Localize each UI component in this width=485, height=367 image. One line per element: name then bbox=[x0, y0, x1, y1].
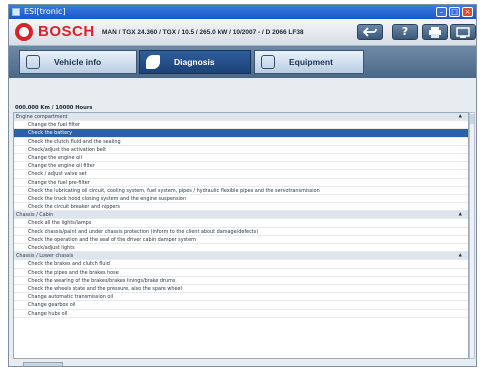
bosch-logo-icon bbox=[15, 23, 33, 41]
maintenance-list: Engine compartment ▲ Change the fuel filt… bbox=[13, 112, 469, 359]
tab-diagnosis[interactable]: Diagnosis bbox=[139, 50, 251, 74]
list-item[interactable]: Check / adjust valve set bbox=[14, 170, 468, 179]
list-item[interactable]: Check the pipes and the brakes hose bbox=[14, 269, 468, 277]
app-window: ESI[tronic] – □ × BOSCH MAN / TGX 24.360… bbox=[8, 4, 477, 367]
list-item[interactable]: Check/adjust the activation belt bbox=[14, 146, 468, 154]
list-item[interactable]: Check chassis/paint and under chassis pr… bbox=[14, 228, 468, 236]
diagnosis-panel: 000.000 Km / 10000 Hours Engine compartm… bbox=[9, 78, 476, 366]
list-item[interactable]: Check all the lights/lamps bbox=[14, 219, 468, 228]
category-label: Chassis / Lower chassis bbox=[16, 253, 74, 260]
list-item-selected[interactable]: Check the battery bbox=[14, 129, 468, 138]
list-item[interactable]: Check the brakes and clutch fluid bbox=[14, 260, 468, 269]
list-item[interactable]: Check the clutch fluid and the sealing bbox=[14, 138, 468, 146]
oil-can-icon bbox=[146, 55, 160, 69]
help-button[interactable]: ? bbox=[392, 24, 418, 40]
collapse-caret-icon[interactable]: ▲ bbox=[459, 211, 462, 218]
tab-label: Vehicle info bbox=[54, 57, 102, 67]
list-item[interactable]: Check the lubricating oil circuit, cooli… bbox=[14, 187, 468, 195]
category-chassis-lower[interactable]: Chassis / Lower chassis ▲ bbox=[14, 252, 468, 261]
printer-icon bbox=[429, 27, 441, 38]
list-item[interactable]: Check the operation and the seal of the … bbox=[14, 236, 468, 244]
list-item[interactable]: Check the wearing of the brakes/brakes l… bbox=[14, 277, 468, 285]
list-item[interactable]: Change the engine oil bbox=[14, 154, 468, 163]
tab-vehicle-info[interactable]: Vehicle info bbox=[19, 50, 137, 74]
list-scrollbar[interactable] bbox=[469, 112, 475, 359]
category-chassis-cabin[interactable]: Chassis / Cabin ▲ bbox=[14, 211, 468, 220]
settings-button[interactable] bbox=[450, 24, 476, 40]
minimize-button[interactable]: – bbox=[436, 7, 447, 17]
list-item[interactable]: Check the wheels state and the pressure,… bbox=[14, 285, 468, 294]
category-engine-compartment[interactable]: Engine compartment ▲ bbox=[14, 113, 468, 122]
app-header: BOSCH MAN / TGX 24.360 / TGX / 10.5 / 26… bbox=[9, 19, 476, 46]
list-item[interactable]: Change the engine oil filter bbox=[14, 162, 468, 171]
window-title: ESI[tronic] bbox=[24, 7, 66, 16]
list-item[interactable]: Change gearbox oil bbox=[14, 301, 468, 310]
list-item[interactable]: Change hubs oil bbox=[14, 310, 468, 318]
list-item[interactable]: Check/adjust lights bbox=[14, 244, 468, 253]
list-item[interactable]: Check the truck hood closing system and … bbox=[14, 195, 468, 204]
app-icon bbox=[12, 8, 20, 16]
brand-name: BOSCH bbox=[38, 23, 95, 40]
maximize-button[interactable]: □ bbox=[449, 7, 460, 17]
tab-label: Diagnosis bbox=[174, 57, 215, 67]
list-item[interactable]: Change the fuel filter bbox=[14, 121, 468, 130]
list-item[interactable]: Change the fuel pre-filter bbox=[14, 179, 468, 187]
print-button[interactable] bbox=[422, 24, 448, 40]
tab-equipment[interactable]: Equipment bbox=[254, 50, 364, 74]
tab-label: Equipment bbox=[289, 57, 333, 67]
scrollbar-thumb[interactable] bbox=[470, 114, 474, 124]
service-interval: 000.000 Km / 10000 Hours bbox=[15, 105, 93, 111]
vehicle-description: MAN / TGX 24.360 / TGX / 10.5 / 265.0 kW… bbox=[102, 29, 304, 36]
category-label: Chassis / Cabin bbox=[16, 212, 54, 219]
title-bar: ESI[tronic] – □ × bbox=[9, 5, 476, 19]
truck-icon bbox=[26, 55, 40, 69]
back-arrow-icon bbox=[362, 27, 377, 37]
list-item[interactable]: Check the circuit breaker and nippers bbox=[14, 203, 468, 212]
back-button[interactable] bbox=[357, 24, 383, 40]
collapse-caret-icon[interactable]: ▲ bbox=[459, 113, 462, 120]
monitor-icon bbox=[456, 27, 470, 38]
category-label: Engine compartment bbox=[16, 114, 68, 120]
main-tab-bar: Vehicle info Diagnosis Equipment bbox=[9, 46, 476, 78]
close-button[interactable]: × bbox=[462, 7, 473, 17]
list-item[interactable]: Change automatic transmission oil bbox=[14, 293, 468, 302]
bottom-tab[interactable] bbox=[23, 362, 63, 366]
book-icon bbox=[261, 55, 275, 69]
collapse-caret-icon[interactable]: ▲ bbox=[459, 252, 462, 259]
